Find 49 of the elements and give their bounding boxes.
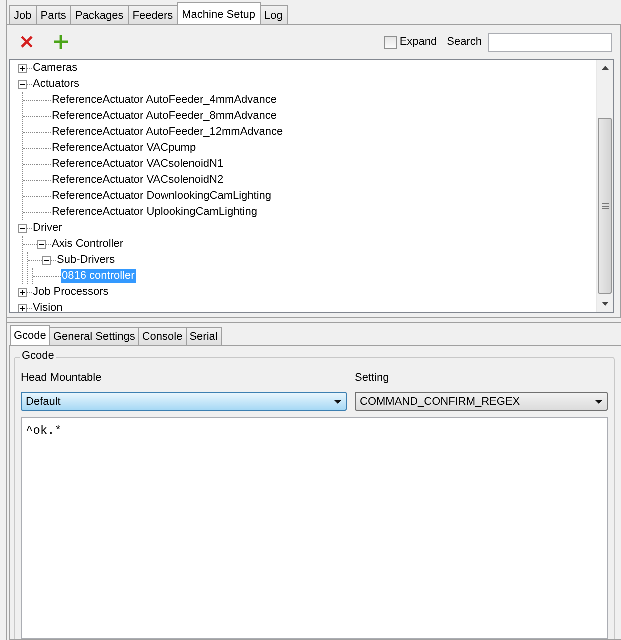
dropdown[interactable]: COMMAND_CONFIRM_REGEX [355, 392, 608, 411]
close-icon [20, 35, 34, 49]
tree-item[interactable]: ReferenceActuator VACsolenoidN2 [51, 173, 225, 187]
collapse-icon[interactable] [18, 224, 27, 232]
tree-item[interactable]: ReferenceActuator AutoFeeder_4mmAdvance [51, 93, 278, 107]
tab[interactable]: General Settings [49, 327, 140, 345]
tab[interactable]: Parts [36, 5, 72, 24]
caret-icon [334, 400, 342, 404]
search-field[interactable] [488, 32, 612, 52]
tree-item[interactable]: ReferenceActuator AutoFeeder_8mmAdvance [51, 109, 278, 123]
tree-item[interactable]: Sub-Drivers [56, 253, 116, 267]
tree-item[interactable]: Actuators [32, 77, 80, 91]
tree-item[interactable]: Vision [32, 301, 64, 312]
tree-item[interactable]: Job Processors [32, 285, 110, 299]
expand-icon[interactable] [18, 288, 27, 296]
caret-icon [595, 400, 603, 404]
scroll-up-icon[interactable] [602, 66, 608, 70]
tree-item[interactable]: Driver [32, 221, 64, 235]
plus-icon [53, 34, 69, 50]
tab[interactable]: Feeders [128, 5, 178, 24]
scroll-down-icon[interactable] [602, 302, 608, 306]
expand-label: Expand [400, 36, 438, 48]
expand-checkbox[interactable] [384, 36, 397, 48]
dropdown[interactable]: Default [21, 392, 347, 411]
tab[interactable]: Machine Setup [177, 2, 260, 24]
field-label: Head Mountable [21, 372, 103, 384]
code-field[interactable]: ^ok.* [21, 417, 608, 639]
field-label: Setting [355, 372, 390, 384]
tree-item[interactable]: Cameras [32, 61, 79, 75]
group-title: Gcode [20, 350, 56, 362]
expand-icon[interactable] [18, 304, 27, 312]
collapse-icon[interactable] [18, 80, 27, 88]
search-label: Search [447, 36, 482, 48]
tree-item[interactable]: ReferenceActuator DownlookingCamLighting [51, 189, 273, 203]
expand-icon[interactable] [18, 64, 27, 72]
tree-item[interactable]: ReferenceActuator VACsolenoidN1 [51, 157, 225, 171]
scrollbar-thumb[interactable] [598, 118, 612, 294]
tab[interactable]: Serial [186, 327, 222, 345]
collapse-icon[interactable] [37, 240, 46, 248]
tab[interactable]: Job [9, 5, 37, 24]
tree-item[interactable]: Axis Controller [51, 237, 125, 251]
tab[interactable]: Log [260, 5, 288, 24]
tree-item[interactable]: ReferenceActuator UplookingCamLighting [51, 205, 258, 219]
tab[interactable]: Gcode [10, 325, 50, 345]
tree-item[interactable]: ReferenceActuator VACpump [51, 141, 198, 155]
tree-item[interactable]: ReferenceActuator AutoFeeder_12mmAdvance [51, 125, 284, 139]
tab[interactable]: Console [138, 327, 187, 345]
tab[interactable]: Packages [70, 5, 129, 24]
collapse-icon[interactable] [42, 256, 51, 264]
